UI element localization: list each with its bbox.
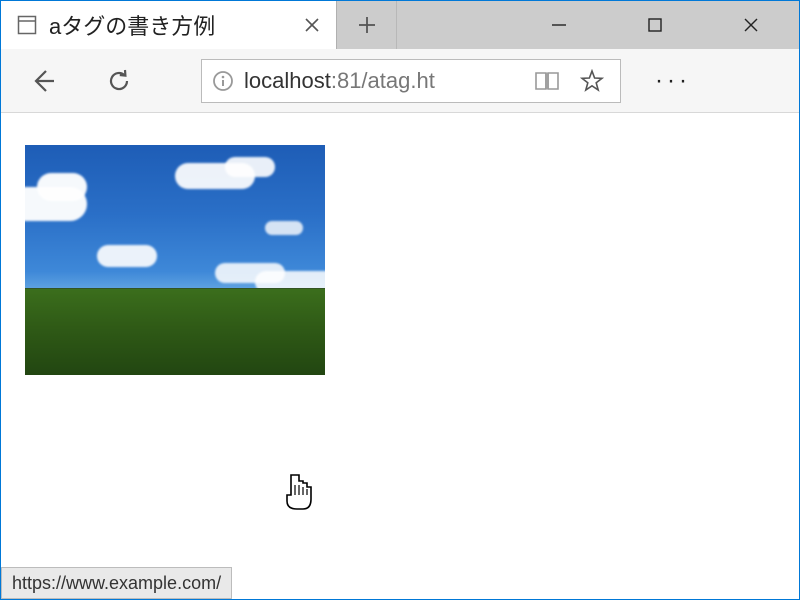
page-icon bbox=[17, 15, 37, 35]
close-tab-icon[interactable] bbox=[298, 11, 326, 39]
url-text[interactable]: localhost:81/atag.ht bbox=[238, 68, 526, 94]
close-window-button[interactable] bbox=[703, 1, 799, 49]
address-bar[interactable]: localhost:81/atag.ht bbox=[201, 59, 621, 103]
more-menu-button[interactable]: ··· bbox=[633, 67, 713, 95]
window-controls bbox=[511, 1, 799, 49]
toolbar: localhost:81/atag.ht ··· bbox=[1, 49, 799, 113]
url-host: localhost bbox=[244, 68, 331, 93]
status-link-url: https://www.example.com/ bbox=[12, 573, 221, 594]
cursor-pointer-icon bbox=[281, 471, 315, 513]
maximize-button[interactable] bbox=[607, 1, 703, 49]
browser-tab[interactable]: aタグの書き方例 bbox=[1, 1, 337, 49]
tab-title: aタグの書き方例 bbox=[49, 9, 286, 41]
url-rest: :81/atag.ht bbox=[331, 68, 435, 93]
favorite-star-icon[interactable] bbox=[570, 63, 614, 99]
titlebar-spacer bbox=[397, 1, 511, 49]
reading-view-icon[interactable] bbox=[526, 63, 570, 99]
status-bar: https://www.example.com/ bbox=[1, 567, 232, 599]
minimize-button[interactable] bbox=[511, 1, 607, 49]
new-tab-button[interactable] bbox=[337, 1, 397, 49]
image-link[interactable] bbox=[25, 145, 325, 375]
landscape-image bbox=[25, 145, 325, 375]
back-button[interactable] bbox=[7, 53, 79, 109]
page-content bbox=[1, 113, 799, 599]
refresh-button[interactable] bbox=[83, 53, 155, 109]
titlebar: aタグの書き方例 bbox=[1, 1, 799, 49]
site-info-icon[interactable] bbox=[208, 70, 238, 92]
